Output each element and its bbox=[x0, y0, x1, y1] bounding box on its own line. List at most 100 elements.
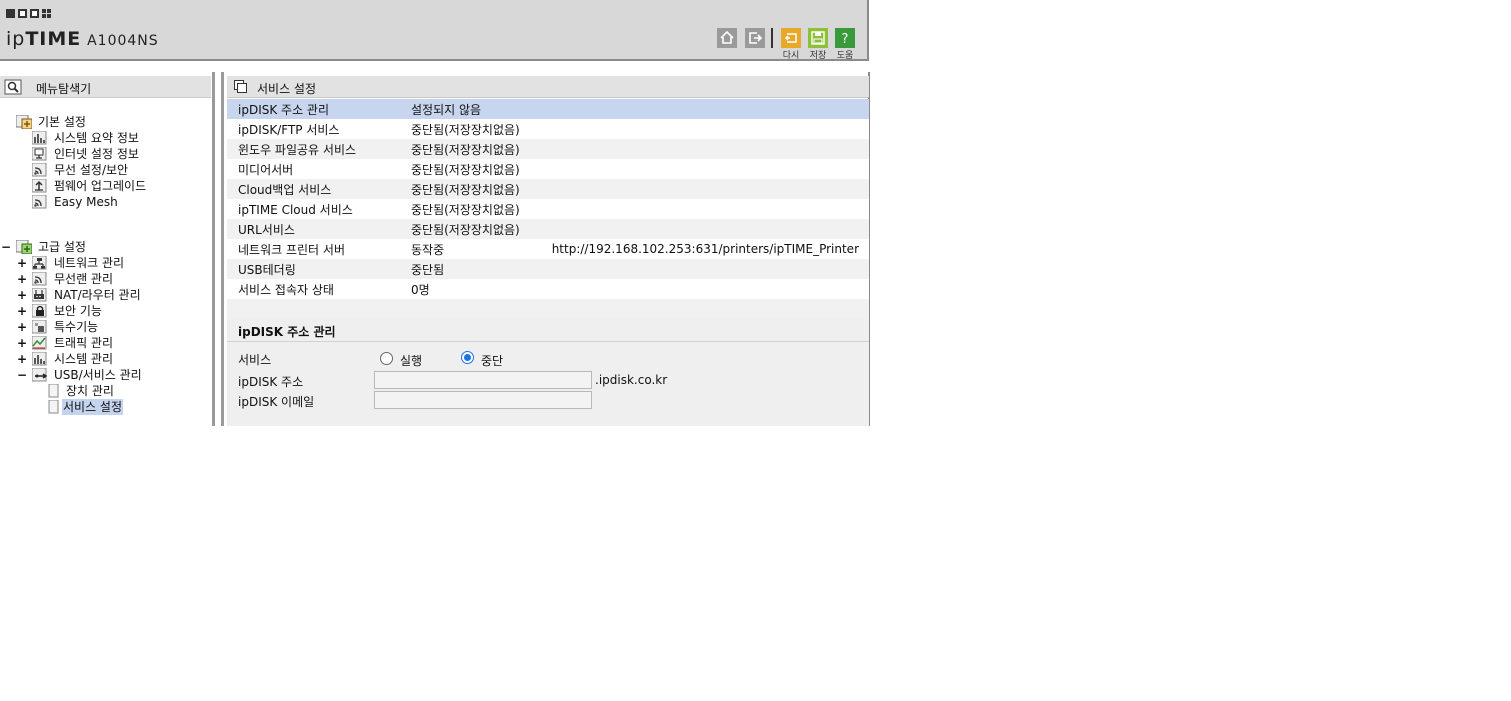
service-name: ipDISK/FTP 서비스 bbox=[238, 122, 340, 137]
service-label: 서비스 bbox=[238, 353, 272, 367]
table-row[interactable]: ipDISK/FTP 서비스 중단됨(저장장치없음) bbox=[227, 119, 869, 139]
home-icon bbox=[717, 28, 737, 48]
collapse-toggle[interactable]: − bbox=[1, 239, 11, 255]
folder-settings-icon bbox=[16, 115, 32, 129]
bar-chart-icon bbox=[32, 352, 47, 366]
service-name: 윈도우 파일공유 서비스 bbox=[238, 142, 357, 157]
service-extra bbox=[552, 99, 869, 119]
expand-toggle[interactable]: + bbox=[17, 255, 27, 271]
service-extra bbox=[552, 279, 869, 299]
home-button[interactable] bbox=[717, 28, 737, 48]
menu-explorer: 메뉴탐색기 기본 설정 시스템 요약 정보 인터넷 설정 정보 무선 설정/보안… bbox=[0, 72, 215, 426]
view-mode-icon[interactable] bbox=[6, 9, 51, 18]
tree-item-nat-router[interactable]: + NAT/라우터 관리 bbox=[0, 287, 200, 303]
tree-item-wireless-security[interactable]: 무선 설정/보안 bbox=[0, 162, 200, 178]
expand-toggle[interactable]: + bbox=[17, 271, 27, 287]
collapse-toggle[interactable]: − bbox=[17, 367, 27, 383]
expand-toggle[interactable]: + bbox=[17, 351, 27, 367]
ipdisk-address-label: ipDISK 주소 bbox=[238, 375, 304, 389]
stop-radio[interactable] bbox=[461, 351, 474, 364]
tree-item-system-summary[interactable]: 시스템 요약 정보 bbox=[0, 130, 200, 146]
tree-item-label: Easy Mesh bbox=[54, 195, 118, 209]
run-radio-label[interactable]: 실행 bbox=[400, 352, 422, 369]
tree-item-security[interactable]: + 보안 기능 bbox=[0, 303, 200, 319]
tree-item-network[interactable]: + 네트워크 관리 bbox=[0, 255, 200, 271]
save-disk-icon bbox=[808, 28, 828, 48]
printer-url[interactable]: http://192.168.102.253:631/printers/ipTI… bbox=[552, 239, 869, 259]
service-status: 설정되지 않음 bbox=[411, 102, 482, 117]
ipdisk-address-section: ipDISK 주소 관리 서비스 실행 중단 ipDISK 주소 .ipdisk… bbox=[227, 319, 869, 426]
table-row[interactable]: Cloud백업 서비스 중단됨(저장장치없음) bbox=[227, 179, 869, 199]
brand-ip-text: ip bbox=[6, 28, 26, 50]
stop-radio-label[interactable]: 중단 bbox=[481, 352, 503, 369]
tree-item-easy-mesh[interactable]: Easy Mesh bbox=[0, 194, 200, 210]
tree-item-wireless-lan[interactable]: + 무선랜 관리 bbox=[0, 271, 200, 287]
tree-advanced-settings[interactable]: − 고급 설정 bbox=[0, 239, 200, 255]
help-button[interactable]: ? bbox=[835, 28, 855, 48]
service-status: 0명 bbox=[411, 282, 430, 297]
menu-explorer-header: 메뉴탐색기 bbox=[0, 76, 211, 98]
service-extra bbox=[552, 199, 869, 219]
help-label: 도움 bbox=[836, 51, 854, 61]
tree-item-label: 보안 기능 bbox=[54, 304, 102, 318]
expand-toggle[interactable]: + bbox=[17, 335, 27, 351]
magnifier-icon bbox=[4, 79, 22, 95]
table-row[interactable]: ipTIME Cloud 서비스 중단됨(저장장치없음) bbox=[227, 199, 869, 219]
expand-toggle[interactable]: + bbox=[17, 319, 27, 335]
ipdisk-email-input[interactable] bbox=[374, 391, 592, 409]
page-icon bbox=[48, 384, 59, 398]
router-icon bbox=[32, 288, 47, 302]
menu-explorer-title: 메뉴탐색기 bbox=[36, 82, 92, 96]
reload-button[interactable] bbox=[781, 28, 801, 48]
tree-item-device-management[interactable]: 장치 관리 bbox=[0, 383, 200, 399]
table-row[interactable]: 윈도우 파일공유 서비스 중단됨(저장장치없음) bbox=[227, 139, 869, 159]
network-icon bbox=[32, 256, 47, 270]
tree-item-label: 무선 설정/보안 bbox=[54, 163, 129, 177]
service-extra bbox=[552, 259, 869, 279]
service-status: 중단됨(저장장치없음) bbox=[411, 182, 520, 197]
table-row[interactable]: ipDISK 주소 관리 설정되지 않음 bbox=[227, 99, 869, 119]
tree-item-traffic[interactable]: + 트래픽 관리 bbox=[0, 335, 200, 351]
tree-item-label: USB/서비스 관리 bbox=[54, 368, 142, 382]
top-header: ipTIME A1004NS 다시 저장 ? 도움 bbox=[0, 0, 869, 61]
tree-item-system[interactable]: + 시스템 관리 bbox=[0, 351, 200, 367]
service-status: 중단됨(저장장치없음) bbox=[411, 222, 520, 237]
svg-text:?: ? bbox=[842, 32, 849, 47]
save-button[interactable] bbox=[808, 28, 828, 48]
tree-basic-settings-label: 기본 설정 bbox=[38, 115, 86, 129]
service-name: USB테더링 bbox=[238, 262, 296, 277]
expand-toggle[interactable]: + bbox=[17, 303, 27, 319]
ipdisk-address-input[interactable] bbox=[374, 371, 592, 389]
table-row[interactable]: URL서비스 중단됨(저장장치없음) bbox=[227, 219, 869, 239]
service-extra bbox=[552, 179, 869, 199]
table-row[interactable]: 미디어서버 중단됨(저장장치없음) bbox=[227, 159, 869, 179]
wireless-icon bbox=[32, 272, 47, 286]
tree-item-label: 장치 관리 bbox=[66, 384, 114, 398]
service-name: ipDISK 주소 관리 bbox=[238, 102, 330, 117]
tree-item-firmware-upgrade[interactable]: 펌웨어 업그레이드 bbox=[0, 178, 200, 194]
service-name: ipTIME Cloud 서비스 bbox=[238, 202, 353, 217]
service-status-table: ipDISK 주소 관리 설정되지 않음 ipDISK/FTP 서비스 중단됨(… bbox=[227, 99, 869, 320]
service-extra bbox=[552, 139, 869, 159]
tree-basic-settings[interactable]: 기본 설정 bbox=[0, 114, 200, 130]
tree-item-internet-info[interactable]: 인터넷 설정 정보 bbox=[0, 146, 200, 162]
ipdisk-email-label: ipDISK 이메일 bbox=[238, 395, 315, 409]
tree-item-usb-service[interactable]: − USB/서비스 관리 bbox=[0, 367, 200, 383]
run-radio[interactable] bbox=[380, 352, 393, 365]
tree-item-service-settings[interactable]: 서비스 설정 bbox=[0, 399, 200, 415]
expand-toggle[interactable]: + bbox=[17, 287, 27, 303]
service-status: 중단됨(저장장치없음) bbox=[411, 162, 520, 177]
content-panel: 서비스 설정 ipDISK 주소 관리 설정되지 않음 ipDISK/FTP 서… bbox=[221, 72, 870, 426]
service-extra bbox=[552, 159, 869, 179]
table-row[interactable]: 서비스 접속자 상태 0명 bbox=[227, 279, 869, 299]
help-icon: ? bbox=[835, 28, 855, 48]
tree-item-special[interactable]: + 특수기능 bbox=[0, 319, 200, 335]
service-name: Cloud백업 서비스 bbox=[238, 182, 332, 197]
monitor-icon bbox=[32, 147, 47, 161]
usb-icon bbox=[32, 368, 48, 382]
table-spacer-row bbox=[227, 299, 869, 320]
table-row[interactable]: 네트워크 프린터 서버 동작중 http://192.168.102.253:6… bbox=[227, 239, 869, 259]
table-row[interactable]: USB테더링 중단됨 bbox=[227, 259, 869, 279]
logout-button[interactable] bbox=[745, 28, 765, 48]
brand-time-text: TIME bbox=[25, 28, 82, 50]
